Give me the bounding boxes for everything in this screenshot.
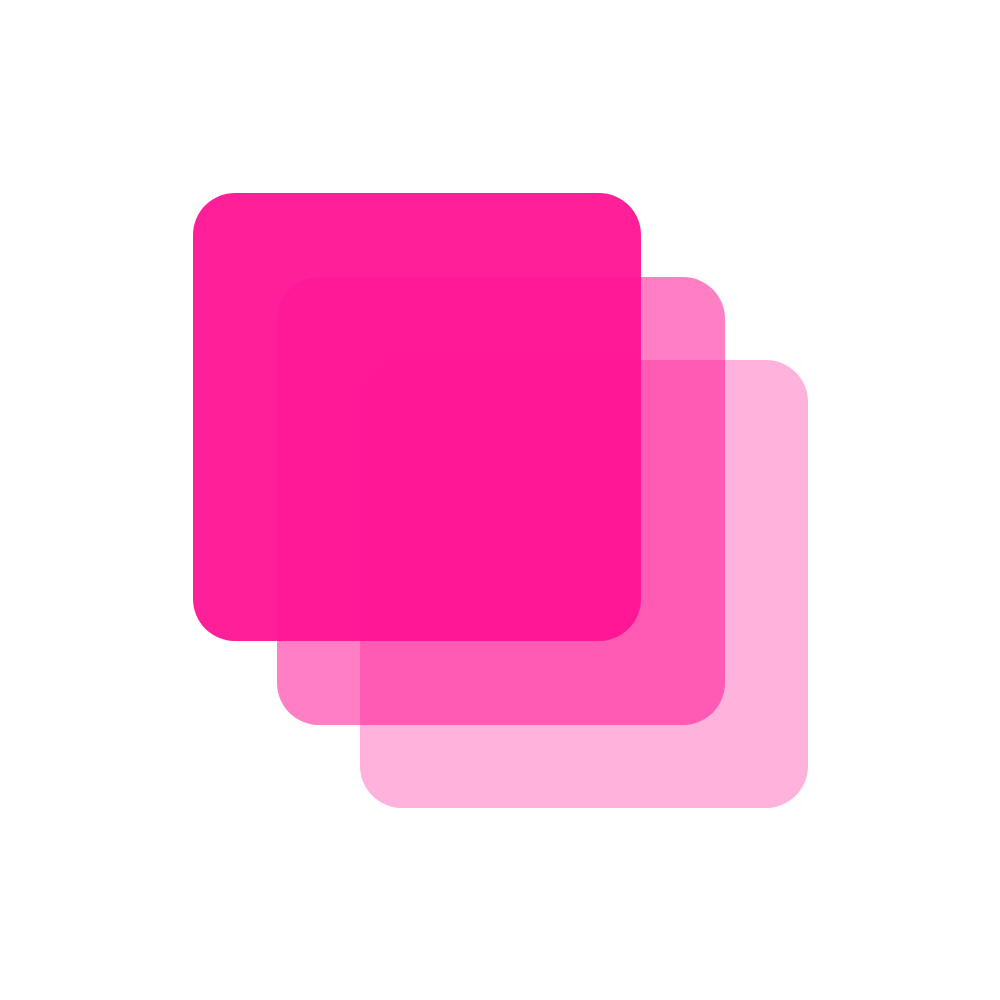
canvas [0,0,1000,1000]
front-layer-square [193,193,641,641]
stacked-layers-icon [193,193,808,808]
